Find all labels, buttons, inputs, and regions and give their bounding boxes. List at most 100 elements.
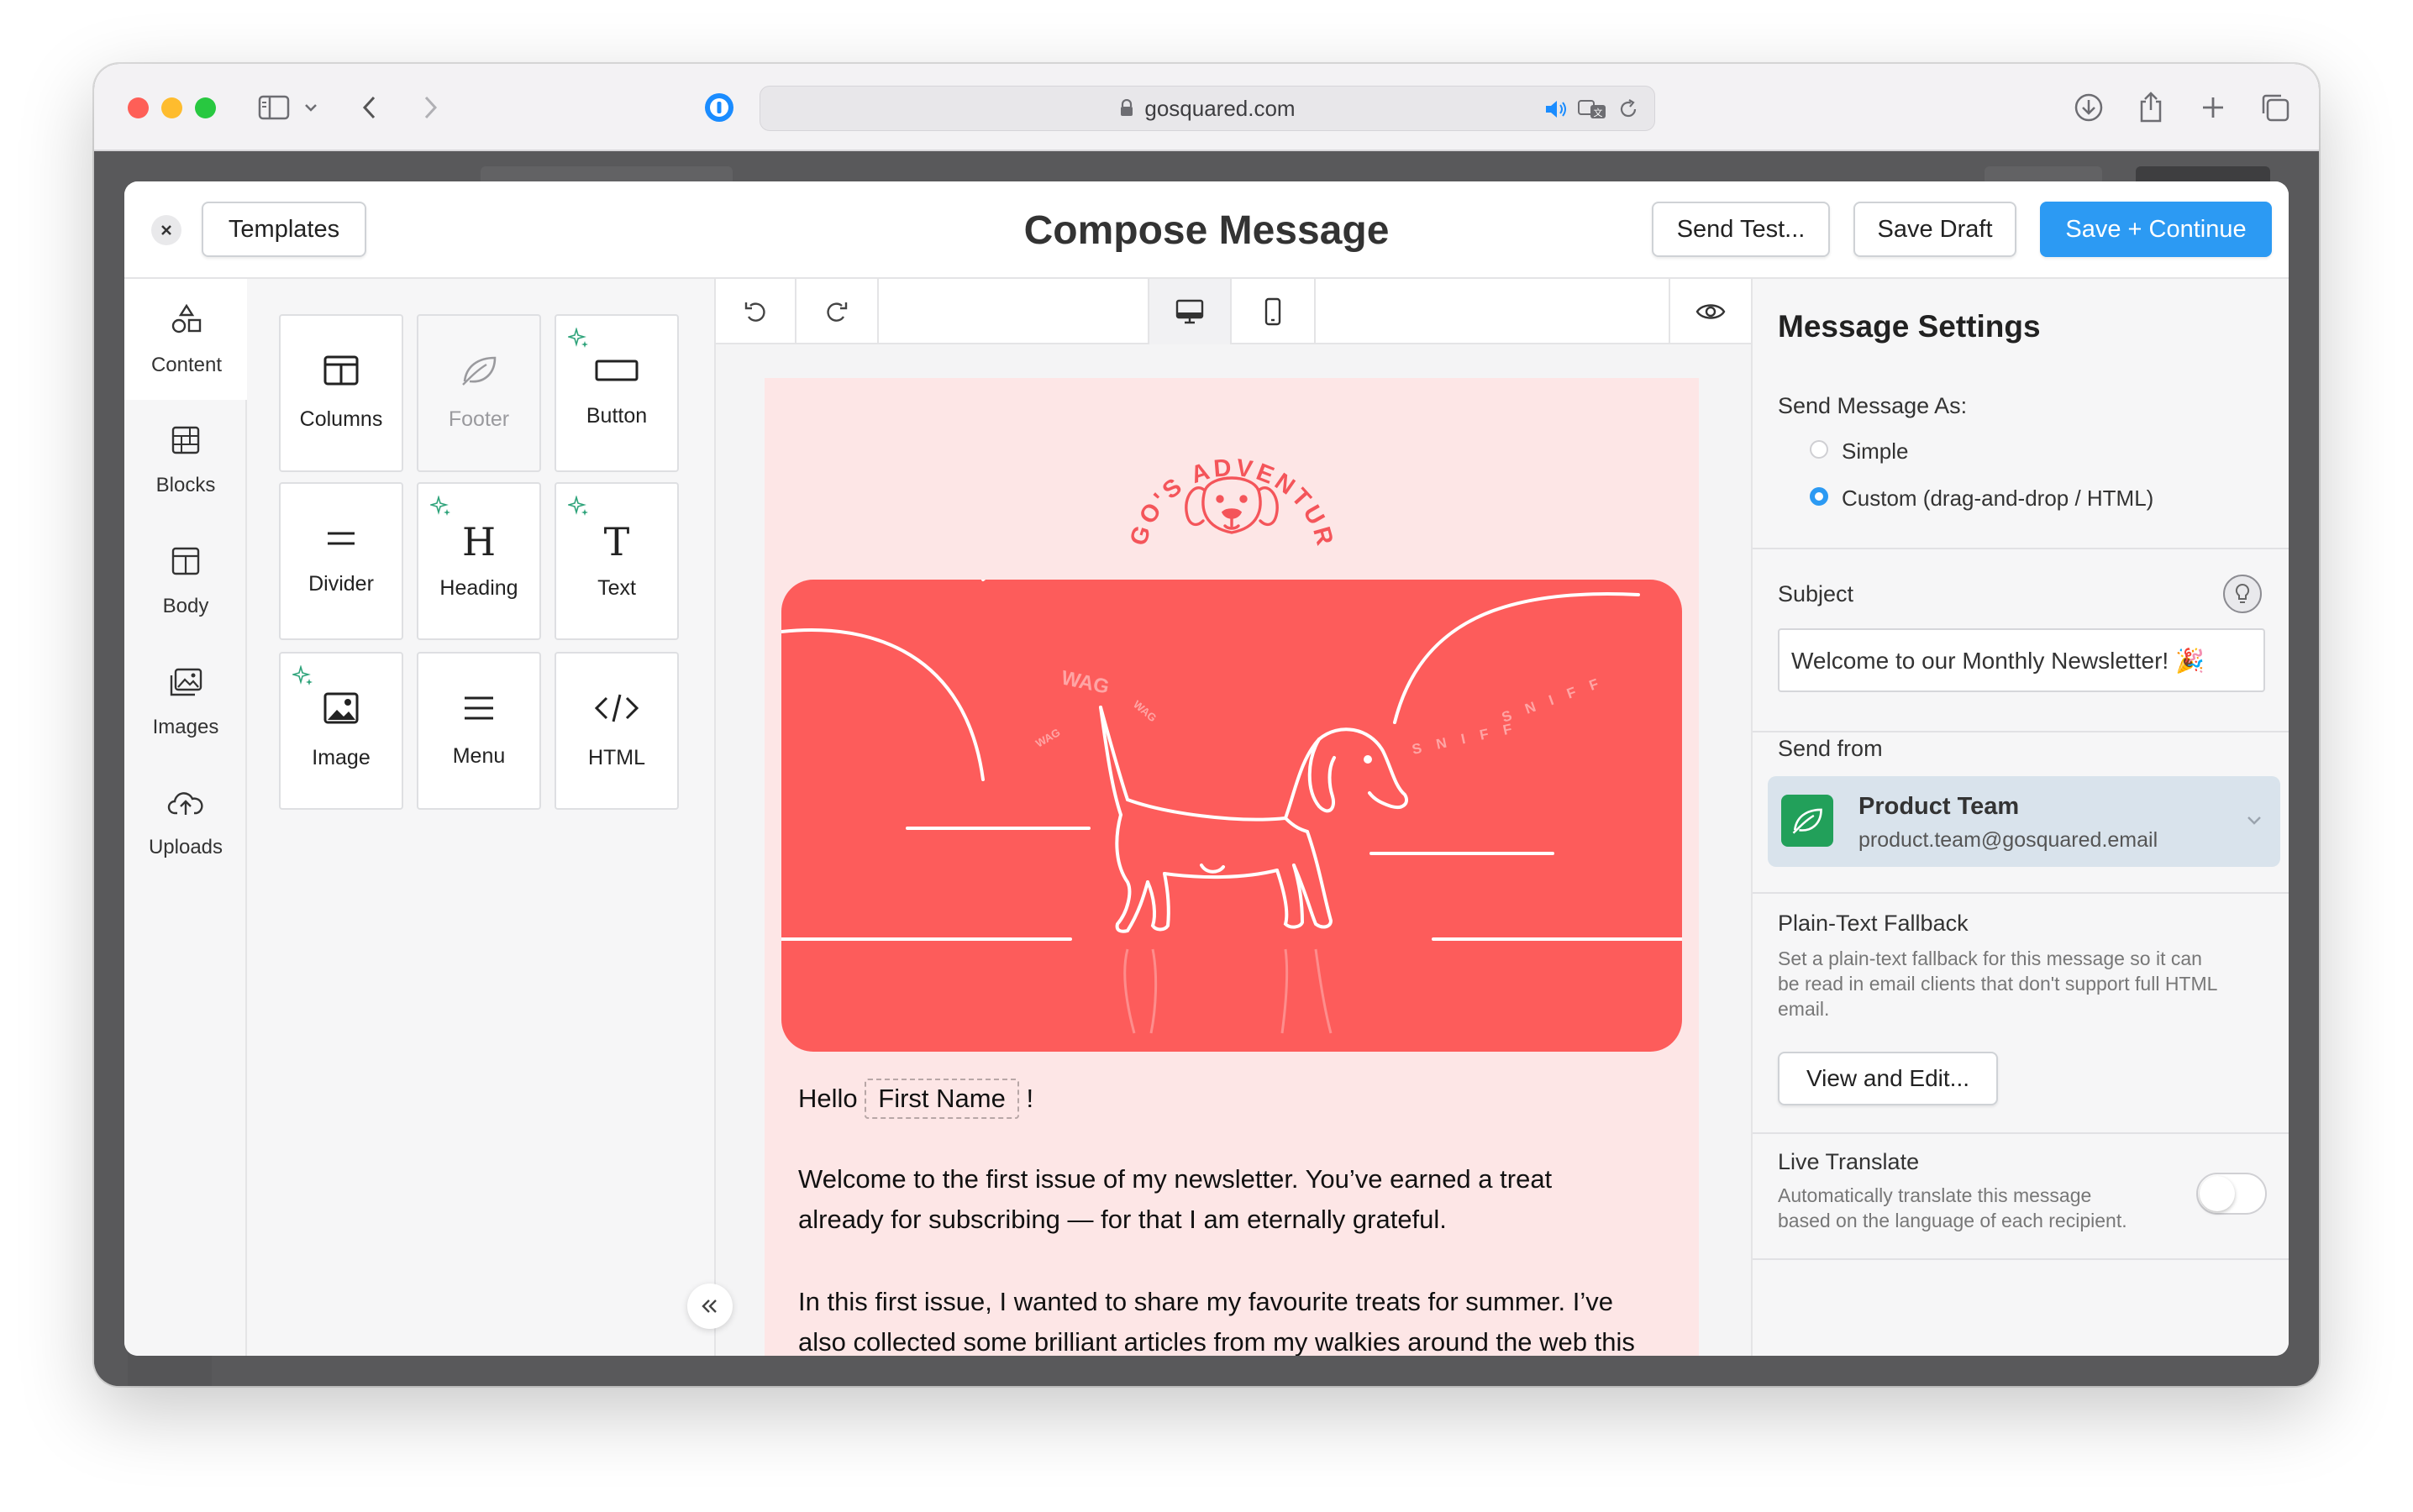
reload-icon[interactable] [1617, 98, 1639, 120]
send-from-select[interactable]: Product Team product.team@gosquared.emai… [1768, 776, 2280, 867]
block-columns[interactable]: Columns [279, 314, 403, 472]
radio-custom[interactable] [1810, 487, 1828, 506]
greeting-text: Hello [798, 1084, 858, 1113]
sidebar-item-images[interactable]: Images [124, 642, 247, 763]
live-translate-toggle[interactable] [2196, 1173, 2267, 1215]
fallback-title: Plain-Text Fallback [1778, 911, 1969, 936]
browser-toolbar: gosquared.com 文 [94, 64, 2319, 151]
collapse-panel-icon[interactable] [687, 1284, 733, 1329]
send-from-label: Send from [1778, 736, 1883, 761]
address-bar[interactable]: gosquared.com 文 [760, 86, 1655, 131]
zoom-window-button[interactable] [195, 97, 216, 118]
subject-input[interactable]: Welcome to our Monthly Newsletter! 🎉 [1778, 628, 2265, 692]
sender-name: Product Team [1858, 793, 2020, 820]
hero-word: SNIFF [1411, 717, 1528, 758]
minimize-window-button[interactable] [161, 97, 182, 118]
leaf-icon [460, 354, 498, 392]
save-draft-button[interactable]: Save Draft [1853, 202, 2016, 257]
tile-label: HTML [587, 746, 646, 769]
divider [1753, 1132, 2289, 1134]
images-icon [168, 666, 203, 704]
block-footer: Footer [417, 314, 541, 472]
block-divider[interactable]: Divider [279, 482, 403, 640]
paragraph-line: In this first issue, I wanted to share m… [798, 1287, 1613, 1316]
hero-word: WAG [1059, 666, 1112, 698]
sidebar-item-label: Blocks [155, 473, 216, 496]
tile-label: Image [312, 746, 371, 769]
lock-icon [1119, 99, 1134, 118]
new-tab-icon[interactable] [2193, 87, 2233, 128]
sidebar-item-blocks[interactable]: Blocks [124, 400, 247, 521]
block-button[interactable]: Button [555, 314, 679, 472]
radio-custom-label[interactable]: Custom (drag-and-drop / HTML) [1842, 486, 2153, 512]
sidebar-item-content[interactable]: Content [124, 279, 249, 400]
sparkle-icon [291, 664, 314, 687]
close-window-button[interactable] [128, 97, 149, 118]
cloud-upload-icon [167, 788, 204, 824]
chevron-down-icon[interactable] [299, 87, 323, 128]
radio-simple[interactable] [1810, 440, 1828, 459]
block-text[interactable]: T Text [555, 482, 679, 640]
lightbulb-icon[interactable] [2223, 575, 2262, 613]
send-test-button[interactable]: Send Test... [1652, 202, 1830, 257]
audio-icon[interactable] [1543, 98, 1569, 120]
shapes-icon [170, 302, 203, 342]
mobile-preview-icon[interactable] [1232, 279, 1316, 344]
tab-overview-icon[interactable] [2255, 87, 2295, 128]
translate-icon[interactable]: 文 [1577, 98, 1607, 120]
sidebar-item-uploads[interactable]: Uploads [124, 763, 247, 884]
password-manager-icon[interactable] [699, 87, 739, 128]
eye-icon[interactable] [1669, 279, 1751, 344]
code-icon [593, 691, 640, 731]
greeting-line[interactable]: Hello First Name ! [798, 1079, 1033, 1119]
redo-icon[interactable] [796, 279, 879, 344]
sidebar-item-label: Images [152, 715, 219, 738]
translate-description: Automatically translate this message bas… [1778, 1183, 2181, 1233]
message-settings-panel: Message Settings Send Message As: Simple… [1751, 279, 2289, 1356]
radio-simple-label[interactable]: Simple [1842, 438, 1908, 465]
block-image[interactable]: Image [279, 652, 403, 810]
paragraph-1[interactable]: Welcome to the first issue of my newslet… [798, 1159, 1552, 1240]
undo-icon[interactable] [716, 279, 796, 344]
toggle-knob [2200, 1176, 2235, 1211]
paragraph-2[interactable]: In this first issue, I wanted to share m… [798, 1282, 1635, 1356]
sidebar-item-label: Body [162, 594, 209, 617]
block-html[interactable]: HTML [555, 652, 679, 810]
leaf-icon [1792, 808, 1822, 834]
view-edit-button[interactable]: View and Edit... [1778, 1052, 1998, 1105]
sparkle-icon [428, 495, 452, 517]
divider [1753, 731, 2289, 732]
sparkle-icon [566, 495, 590, 517]
canvas-toolbar [716, 279, 1751, 344]
button-icon [594, 358, 639, 389]
block-menu[interactable]: Menu [417, 652, 541, 810]
paragraph-line: Welcome to the first issue of my newslet… [798, 1164, 1553, 1194]
hugos-adventures-logo: HUGO'S ADVENTURES [1097, 403, 1336, 551]
sidebar-item-label: Uploads [148, 835, 223, 858]
send-as-label: Send Message As: [1778, 393, 1968, 418]
tile-label: Menu [452, 744, 506, 768]
body-layout-icon [170, 545, 202, 583]
hero-word: WAG [1131, 698, 1159, 724]
templates-button[interactable]: Templates [202, 202, 366, 257]
fallback-description: Set a plain-text fallback for this messa… [1778, 946, 2282, 1021]
settings-title: Message Settings [1778, 309, 2041, 344]
desktop-preview-icon[interactable] [1148, 279, 1232, 344]
sender-email: product.team@gosquared.email [1858, 828, 2158, 852]
email-preview[interactable]: HUGO'S ADVENTURES [765, 378, 1699, 1356]
sidebar-item-body[interactable]: Body [124, 521, 247, 642]
close-icon[interactable] [151, 215, 181, 245]
translate-desc-line: based on the language of each recipient. [1778, 1210, 2127, 1231]
fallback-desc-line: email. [1778, 998, 1830, 1020]
downloads-icon[interactable] [2069, 87, 2109, 128]
sidebar-toggle-icon[interactable] [254, 87, 294, 128]
back-icon[interactable] [350, 87, 390, 128]
first-name-merge-tag[interactable]: First Name [865, 1079, 1019, 1119]
tile-label: Heading [439, 575, 518, 600]
save-continue-button[interactable]: Save + Continue [2040, 202, 2272, 257]
translate-desc-line: Automatically translate this message [1778, 1184, 2092, 1206]
forward-icon[interactable] [410, 87, 450, 128]
block-heading[interactable]: H Heading [417, 482, 541, 640]
url-text: gosquared.com [1144, 95, 1296, 121]
share-icon[interactable] [2131, 87, 2171, 128]
